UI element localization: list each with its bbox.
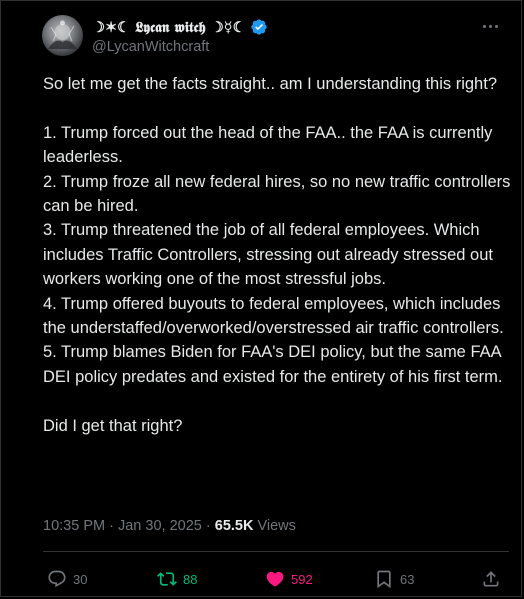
tweet-paragraph: 1. Trump forced out the head of the FAA.… [43, 123, 493, 167]
post-date[interactable]: Jan 30, 2025 [118, 518, 202, 534]
share-icon [483, 571, 499, 587]
reply-icon [48, 570, 66, 588]
tweet-paragraph: 5. Trump blames Biden for FAA's DEI poli… [43, 343, 503, 386]
user-handle[interactable]: @LycanWitchcraft [92, 39, 209, 55]
tweet-text: So let me get the facts straight.. am I … [43, 72, 513, 438]
heart-icon [266, 571, 284, 587]
action-bar: 30 88 592 63 [47, 568, 507, 590]
reply-count: 30 [73, 571, 88, 587]
avatar[interactable] [42, 15, 83, 56]
repost-count: 88 [183, 571, 198, 587]
tweet-header: ☽✶☾ 𝕷𝖞𝖈𝖆𝖓 𝖜𝖎𝖙𝖈𝖍 ☽☿☾ @LycanWitchcraft [42, 15, 509, 59]
tweet-paragraph: Did I get that right? [43, 416, 183, 435]
dot-icon [488, 24, 492, 28]
like-button[interactable]: 592 [265, 568, 313, 590]
meta-separator: · [205, 518, 211, 534]
views-count[interactable]: 65.5K [215, 518, 254, 534]
tweet-meta: 10:35 PM · Jan 30, 2025 · 65.5K Views [43, 518, 296, 534]
dot-icon [494, 24, 498, 28]
dot-icon [482, 24, 486, 28]
post-time[interactable]: 10:35 PM [43, 518, 105, 534]
tweet-paragraph: So let me get the facts straight.. am I … [43, 75, 497, 93]
reply-button[interactable]: 30 [47, 568, 87, 590]
views-label: Views [257, 518, 296, 534]
repost-button[interactable]: 88 [157, 568, 197, 590]
verified-badge-icon [250, 18, 268, 36]
bookmark-icon [377, 570, 391, 589]
like-count: 592 [291, 571, 313, 587]
tweet-paragraph: 2. Trump froze all new federal hires, so… [43, 172, 511, 216]
more-options-button[interactable] [479, 17, 501, 35]
divider [43, 551, 509, 552]
bookmark-count: 63 [400, 571, 415, 587]
tweet-card: ☽✶☾ 𝕷𝖞𝖈𝖆𝖓 𝖜𝖎𝖙𝖈𝖍 ☽☿☾ @LycanWitchcraft So … [0, 0, 522, 597]
bookmark-button[interactable]: 63 [374, 568, 414, 590]
name-row: ☽✶☾ 𝕷𝖞𝖈𝖆𝖓 𝖜𝖎𝖙𝖈𝖍 ☽☿☾ [92, 18, 268, 36]
meta-separator: · [109, 518, 114, 534]
tweet-paragraph: 3. Trump threatened the job of all feder… [43, 221, 493, 289]
tweet-paragraph: 4. Trump offered buyouts to federal empl… [43, 294, 504, 338]
display-name[interactable]: ☽✶☾ 𝕷𝖞𝖈𝖆𝖓 𝖜𝖎𝖙𝖈𝖍 ☽☿☾ [92, 19, 246, 36]
share-button[interactable] [481, 568, 501, 590]
repost-icon [157, 572, 177, 586]
